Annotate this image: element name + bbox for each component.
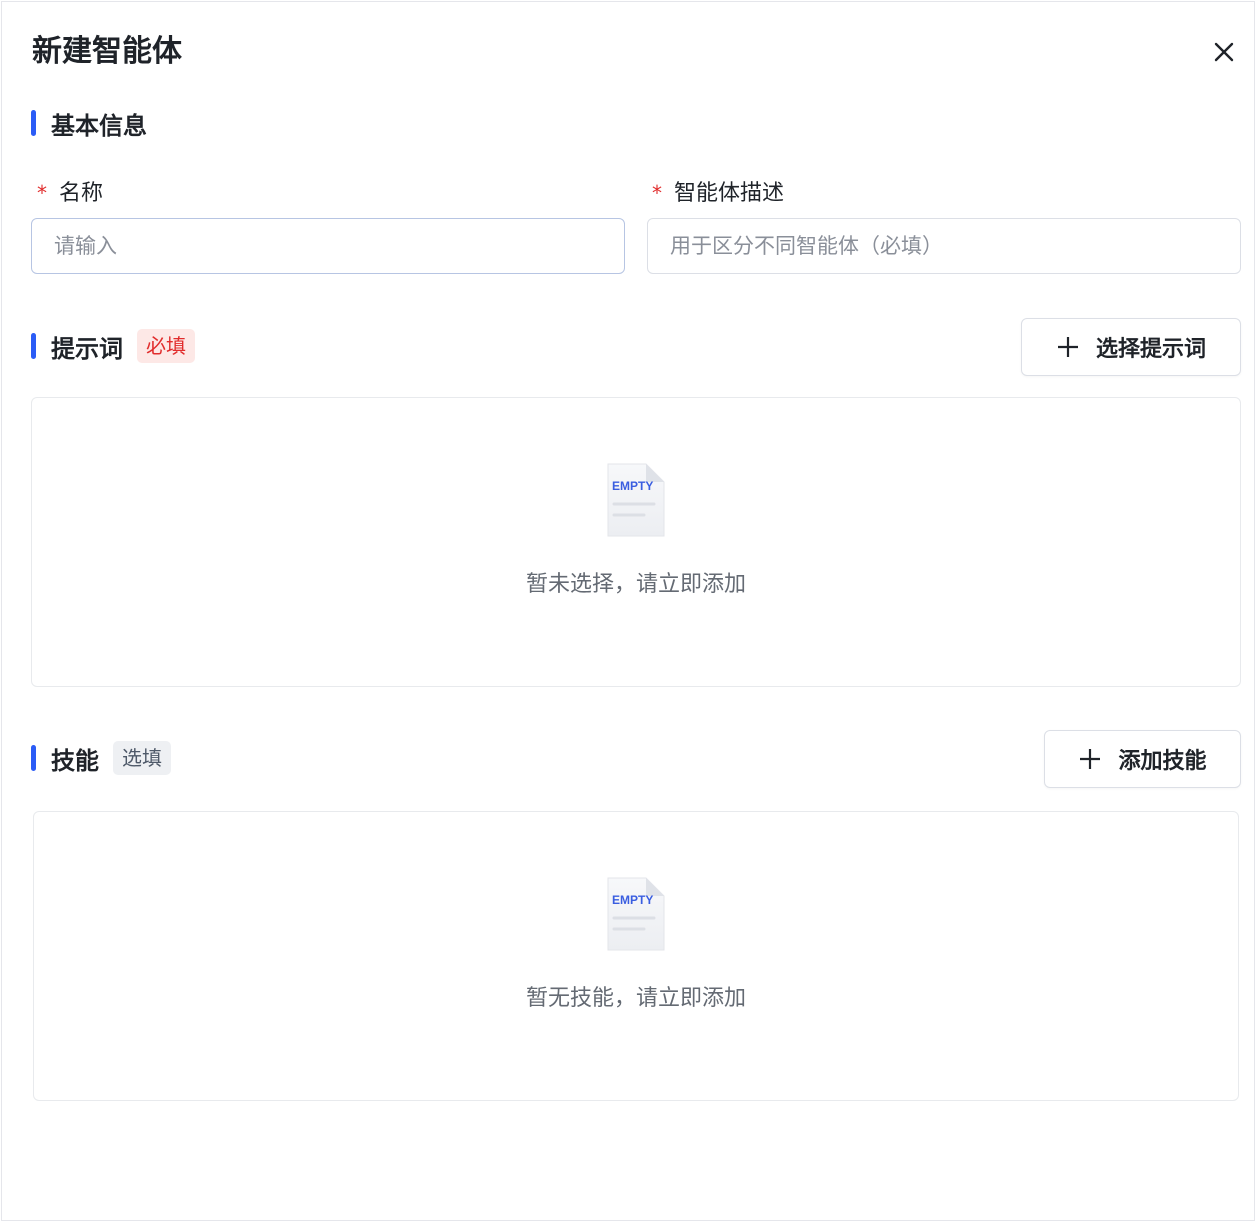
dialog-title: 新建智能体	[32, 34, 182, 69]
section-accent-bar	[31, 745, 36, 771]
description-label-text: 智能体描述	[674, 181, 785, 206]
section-accent-bar	[31, 110, 36, 136]
section-accent-bar	[31, 333, 36, 359]
empty-document-icon: EMPTY	[607, 463, 665, 537]
skills-empty-state: EMPTY 暂无技能，请立即添加	[33, 811, 1239, 1101]
name-label-text: 名称	[59, 181, 104, 206]
new-agent-dialog: 新建智能体 基本信息 * 名称 * 智能体描述 提示词 必填 选择提示词	[1, 1, 1255, 1221]
basic-info-title: 基本信息	[51, 111, 147, 140]
name-input[interactable]	[31, 218, 625, 274]
name-field-label: * 名称	[37, 177, 103, 210]
optional-tag: 选填	[113, 741, 171, 775]
skills-section-header: 技能 选填	[31, 738, 171, 778]
basic-info-header: 基本信息	[31, 103, 147, 143]
close-button[interactable]	[1206, 34, 1242, 70]
select-prompt-label: 选择提示词	[1095, 337, 1206, 362]
select-prompt-button[interactable]: 选择提示词	[1021, 318, 1241, 376]
prompt-section-header: 提示词 必填	[31, 326, 195, 366]
close-icon	[1214, 42, 1234, 62]
empty-document-icon: EMPTY	[607, 877, 665, 951]
add-skill-label: 添加技能	[1118, 749, 1207, 774]
required-asterisk: *	[37, 181, 47, 205]
prompt-section-title: 提示词	[51, 334, 123, 363]
required-asterisk: *	[652, 181, 662, 205]
empty-icon-text: EMPTY	[612, 893, 653, 907]
prompt-empty-state: EMPTY 暂未选择，请立即添加	[31, 397, 1241, 687]
add-skill-button[interactable]: 添加技能	[1044, 730, 1241, 788]
required-tag: 必填	[137, 329, 195, 363]
prompt-empty-text: 暂未选择，请立即添加	[525, 572, 746, 597]
plus-icon	[1078, 747, 1102, 771]
skills-section-title: 技能	[51, 746, 99, 775]
plus-icon	[1056, 335, 1080, 359]
empty-icon-text: EMPTY	[612, 479, 653, 493]
skills-empty-text: 暂无技能，请立即添加	[525, 986, 746, 1011]
description-field-label: * 智能体描述	[652, 177, 784, 210]
description-input[interactable]	[647, 218, 1241, 274]
